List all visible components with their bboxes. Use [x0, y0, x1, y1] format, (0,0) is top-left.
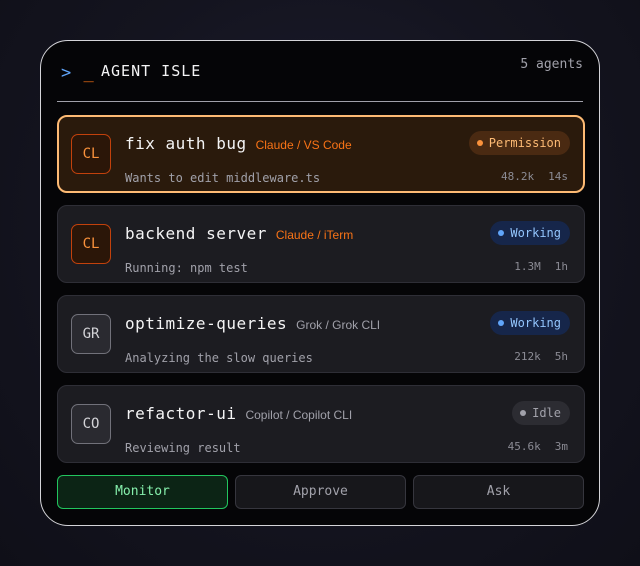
- agent-card-optimize-queries[interactable]: GR optimize-queries Grok / Grok CLI Analy…: [57, 295, 585, 373]
- approve-button[interactable]: Approve: [235, 475, 406, 509]
- agent-avatar: CL: [71, 224, 111, 264]
- agent-avatar: CO: [71, 404, 111, 444]
- agent-source: Copilot / Copilot CLI: [245, 408, 353, 422]
- status-badge: Permission: [468, 131, 570, 155]
- agent-stats: 48.2k 14s: [501, 169, 568, 185]
- agent-activity: Reviewing result: [125, 441, 241, 455]
- elapsed-time: 5h: [554, 350, 568, 363]
- status-badge: Working: [490, 311, 570, 335]
- status-label: Working: [510, 226, 561, 240]
- agent-source: Claude / VS Code: [255, 138, 352, 152]
- status-badge: Working: [490, 221, 570, 245]
- agent-isle-panel: > _ AGENT ISLE 5 agents CL fix auth bug C…: [40, 40, 600, 526]
- agent-activity: Running: npm test: [125, 261, 248, 275]
- agent-activity: Wants to edit middleware.ts: [125, 171, 321, 185]
- agent-stats: 1.3M 1h: [514, 259, 568, 275]
- ask-button[interactable]: Ask: [413, 475, 584, 509]
- token-count: 45.6k: [507, 440, 541, 453]
- token-count: 48.2k: [501, 170, 535, 183]
- agent-stats: 212k 5h: [514, 349, 568, 365]
- elapsed-time: 3m: [554, 440, 568, 453]
- token-count: 212k: [514, 350, 541, 363]
- agent-name: fix auth bug: [125, 134, 247, 153]
- terminal-prompt-icon: > _: [61, 63, 95, 83]
- prompt-cursor: _: [83, 63, 95, 83]
- agent-avatar: CL: [71, 134, 111, 174]
- agent-name: refactor-ui: [125, 404, 237, 423]
- agent-name-row: backend server Claude / iTerm: [125, 224, 353, 246]
- agent-avatar: GR: [71, 314, 111, 354]
- agent-name-row: refactor-ui Copilot / Copilot CLI: [125, 404, 352, 426]
- agent-activity: Analyzing the slow queries: [125, 351, 313, 365]
- monitor-button[interactable]: Monitor: [57, 475, 228, 509]
- status-dot-icon: [498, 320, 505, 326]
- agent-name: backend server: [125, 224, 267, 243]
- agent-name: optimize-queries: [125, 314, 288, 333]
- status-dot-icon: [476, 140, 483, 146]
- agent-name-row: optimize-queries Grok / Grok CLI: [125, 314, 380, 336]
- prompt-chevron: >: [61, 63, 73, 83]
- status-dot-icon: [520, 410, 527, 416]
- status-label: Working: [510, 316, 561, 330]
- token-count: 1.3M: [514, 260, 541, 273]
- app-title: AGENT ISLE: [101, 62, 202, 80]
- elapsed-time: 1h: [554, 260, 568, 273]
- agent-name-row: fix auth bug Claude / VS Code: [125, 134, 352, 156]
- status-dot-icon: [498, 230, 505, 236]
- status-label: Idle: [532, 406, 561, 420]
- agent-source: Grok / Grok CLI: [296, 318, 381, 332]
- agent-stats: 45.6k 3m: [508, 439, 568, 455]
- agent-card-refactor-ui[interactable]: CO refactor-ui Copilot / Copilot CLI Revi…: [57, 385, 585, 463]
- status-label: Permission: [488, 136, 561, 150]
- agent-source: Claude / iTerm: [275, 228, 354, 242]
- agent-card-backend-server[interactable]: CL backend server Claude / iTerm Running:…: [57, 205, 585, 283]
- status-badge: Idle: [512, 401, 570, 425]
- panel-header: > _ AGENT ISLE 5 agents: [57, 41, 583, 102]
- agent-card-fix-auth-bug[interactable]: CL fix auth bug Claude / VS Code Wants to…: [57, 115, 585, 193]
- elapsed-time: 14s: [548, 170, 568, 183]
- agent-count: 5 agents: [520, 57, 583, 72]
